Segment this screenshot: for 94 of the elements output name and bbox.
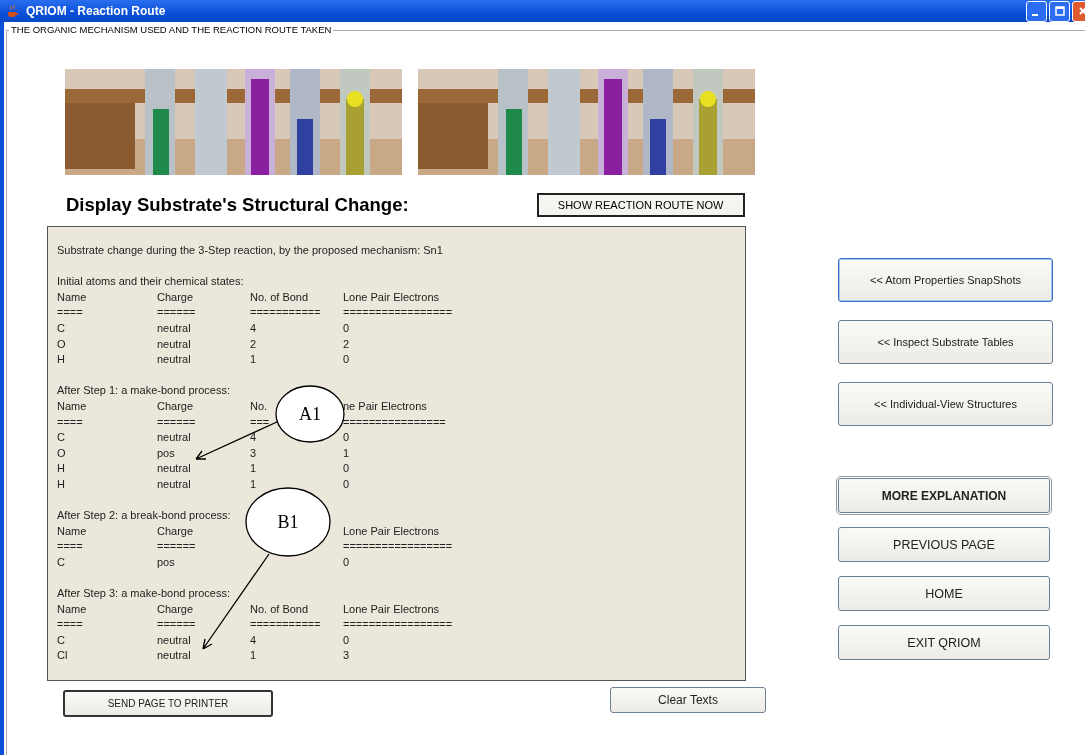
output-cell: Lone Pair Electrons [343, 290, 439, 303]
output-cell: 4 [250, 321, 257, 334]
output-cell: ==== [57, 415, 83, 428]
output-cell: 4 [250, 633, 257, 646]
output-cell: 0 [343, 633, 350, 646]
cup-icon [6, 4, 20, 18]
output-cell: Name [57, 290, 87, 303]
output-cell: pos [157, 555, 175, 568]
print-button[interactable]: SEND PAGE TO PRINTER [63, 690, 273, 717]
output-cell: Lone Pair Electrons [343, 524, 439, 537]
output-cell: neutral [157, 321, 191, 334]
clear-texts-button[interactable]: Clear Texts [610, 687, 766, 713]
output-cell: 3 [343, 649, 350, 662]
output-cell: pos [157, 446, 175, 459]
output-cell: O [57, 446, 66, 459]
output-cell: C [57, 633, 65, 646]
output-cell: Charge [157, 524, 194, 537]
output-cell: Name [57, 524, 87, 537]
section-heading: Display Substrate's Structural Change: [66, 194, 409, 216]
window-title: QRIOM - Reaction Route [26, 4, 166, 18]
output-cell: 0 [343, 555, 350, 568]
output-cell: 0 [343, 321, 350, 334]
output-cell: 2 [343, 337, 350, 350]
output-cell: ================= [343, 618, 453, 631]
output-cell: 1 [250, 649, 257, 662]
output-cell: ================ [343, 415, 446, 428]
output-cell: ================= [343, 306, 453, 319]
output-cell: O [57, 337, 66, 350]
output-cell: Lone Pair Electrons [343, 602, 439, 615]
output-line: After Step 1: a make-bond process: [57, 383, 231, 399]
output-cell: ================= [343, 540, 453, 553]
output-cell: neutral [157, 337, 191, 350]
minimize-icon [1031, 14, 1038, 16]
output-cell: H [57, 477, 65, 490]
output-cell: Name [57, 399, 87, 412]
output-cell: Name [57, 602, 87, 615]
output-cell: Charge [157, 602, 194, 615]
output-cell: 0 [343, 462, 350, 475]
maximize-icon [1054, 6, 1065, 16]
output-cell: C [57, 431, 65, 444]
output-cell: C [57, 555, 65, 568]
output-cell: C [57, 321, 65, 334]
output-cell: neutral [157, 353, 191, 366]
output-cell: 1 [250, 353, 257, 366]
output-cell: No. [250, 399, 268, 412]
output-cell: No. of Bond [250, 602, 309, 615]
nav-button[interactable]: MORE EXPLANATION [838, 478, 1050, 513]
output-line: Initial atoms and their chemical states: [57, 274, 244, 290]
output-cell: ====== [157, 618, 196, 631]
output-text-area[interactable] [47, 226, 746, 681]
output-cell: H [57, 462, 65, 475]
output-cell: 0 [343, 431, 350, 444]
output-cell: ne Pair Electrons [343, 399, 427, 412]
minimize-button[interactable] [1026, 0, 1047, 22]
output-cell: ====== [157, 306, 196, 319]
output-cell: =========== [250, 618, 321, 631]
output-cell: neutral [157, 477, 191, 490]
output-cell: neutral [157, 633, 191, 646]
output-cell: Charge [157, 399, 194, 412]
output-cell: =========== [250, 306, 321, 319]
side-button[interactable]: << Inspect Substrate Tables [838, 320, 1053, 364]
nav-button[interactable]: HOME [838, 576, 1050, 611]
output-cell: 4 [250, 431, 257, 444]
output-cell: 1 [250, 477, 257, 490]
show-route-button[interactable]: SHOW REACTION ROUTE NOW [536, 193, 745, 217]
output-cell: ==== [57, 618, 83, 631]
output-cell: ====== [157, 415, 196, 428]
output-cell: 1 [250, 462, 257, 475]
side-button[interactable]: << Atom Properties SnapShots [838, 258, 1053, 302]
close-icon [1077, 6, 1085, 16]
output-cell: neutral [157, 649, 191, 662]
output-cell: === [250, 415, 270, 428]
output-cell: neutral [157, 431, 191, 444]
output-cell: ==== [57, 540, 83, 553]
group-title: THE ORGANIC MECHANISM USED AND THE REACTION ROUTE TAKEN [9, 24, 334, 35]
output-cell: 0 [343, 477, 350, 490]
output-cell: No. of Bond [250, 290, 309, 303]
side-button[interactable]: << Individual-View Structures [838, 382, 1053, 426]
output-cell: Cl [57, 649, 68, 662]
output-cell: neutral [157, 462, 191, 475]
output-line: After Step 3: a make-bond process: [57, 586, 231, 602]
output-cell: 3 [250, 446, 257, 459]
output-line: After Step 2: a break-bond process: [57, 508, 231, 524]
output-cell: 0 [343, 353, 350, 366]
output-cell: 2 [250, 337, 257, 350]
maximize-button[interactable] [1049, 0, 1070, 22]
output-cell: 1 [343, 446, 350, 459]
output-cell: Charge [157, 290, 194, 303]
output-cell: H [57, 353, 65, 366]
output-line: Substrate change during the 3-Step reaction, by the proposed mechanism: Sn1 [57, 243, 443, 258]
nav-button[interactable]: PREVIOUS PAGE [838, 527, 1050, 562]
output-cell: ====== [157, 540, 196, 553]
output-cell: ==== [57, 306, 83, 319]
nav-button[interactable]: EXIT QRIOM [838, 625, 1050, 660]
